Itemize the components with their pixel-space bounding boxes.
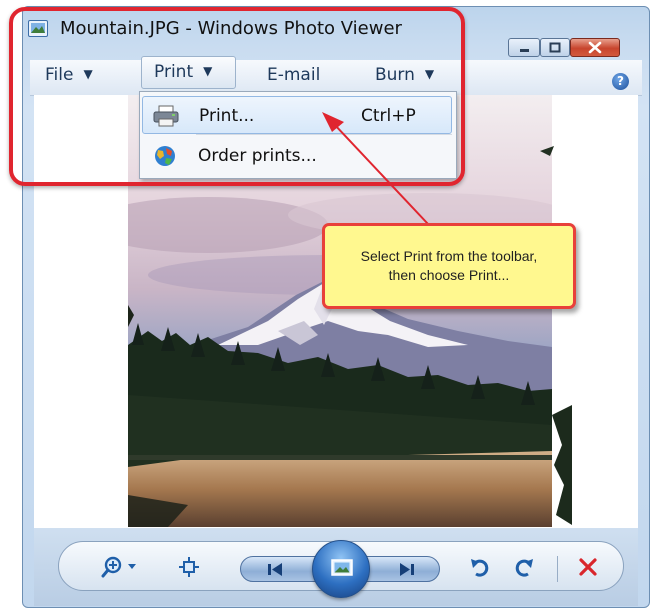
close-button[interactable] xyxy=(570,38,620,57)
tree-branch-decoration xyxy=(540,146,554,156)
previous-icon[interactable] xyxy=(246,558,300,580)
minimize-button[interactable] xyxy=(508,38,540,57)
rotate-counterclockwise-icon[interactable] xyxy=(468,556,490,578)
callout-text-line-1: Select Print from the toolbar, xyxy=(360,248,538,264)
actual-size-icon[interactable] xyxy=(178,556,200,578)
next-icon[interactable] xyxy=(382,558,436,580)
instruction-callout xyxy=(322,223,576,309)
annotation-arrow-icon xyxy=(322,112,429,225)
delete-icon[interactable] xyxy=(577,556,599,578)
control-divider xyxy=(557,556,558,582)
zoom-icon[interactable] xyxy=(101,556,125,578)
maximize-icon xyxy=(549,42,561,53)
slideshow-icon xyxy=(331,559,353,576)
help-icon[interactable]: ? xyxy=(612,73,629,90)
maximize-button[interactable] xyxy=(540,38,570,57)
callout-text-line-2: then choose Print... xyxy=(388,267,510,283)
tree-branch-decoration xyxy=(552,405,572,525)
minimize-icon xyxy=(520,49,529,52)
close-icon xyxy=(588,41,602,54)
chevron-down-icon[interactable] xyxy=(127,563,137,571)
rotate-clockwise-icon[interactable] xyxy=(514,556,536,578)
